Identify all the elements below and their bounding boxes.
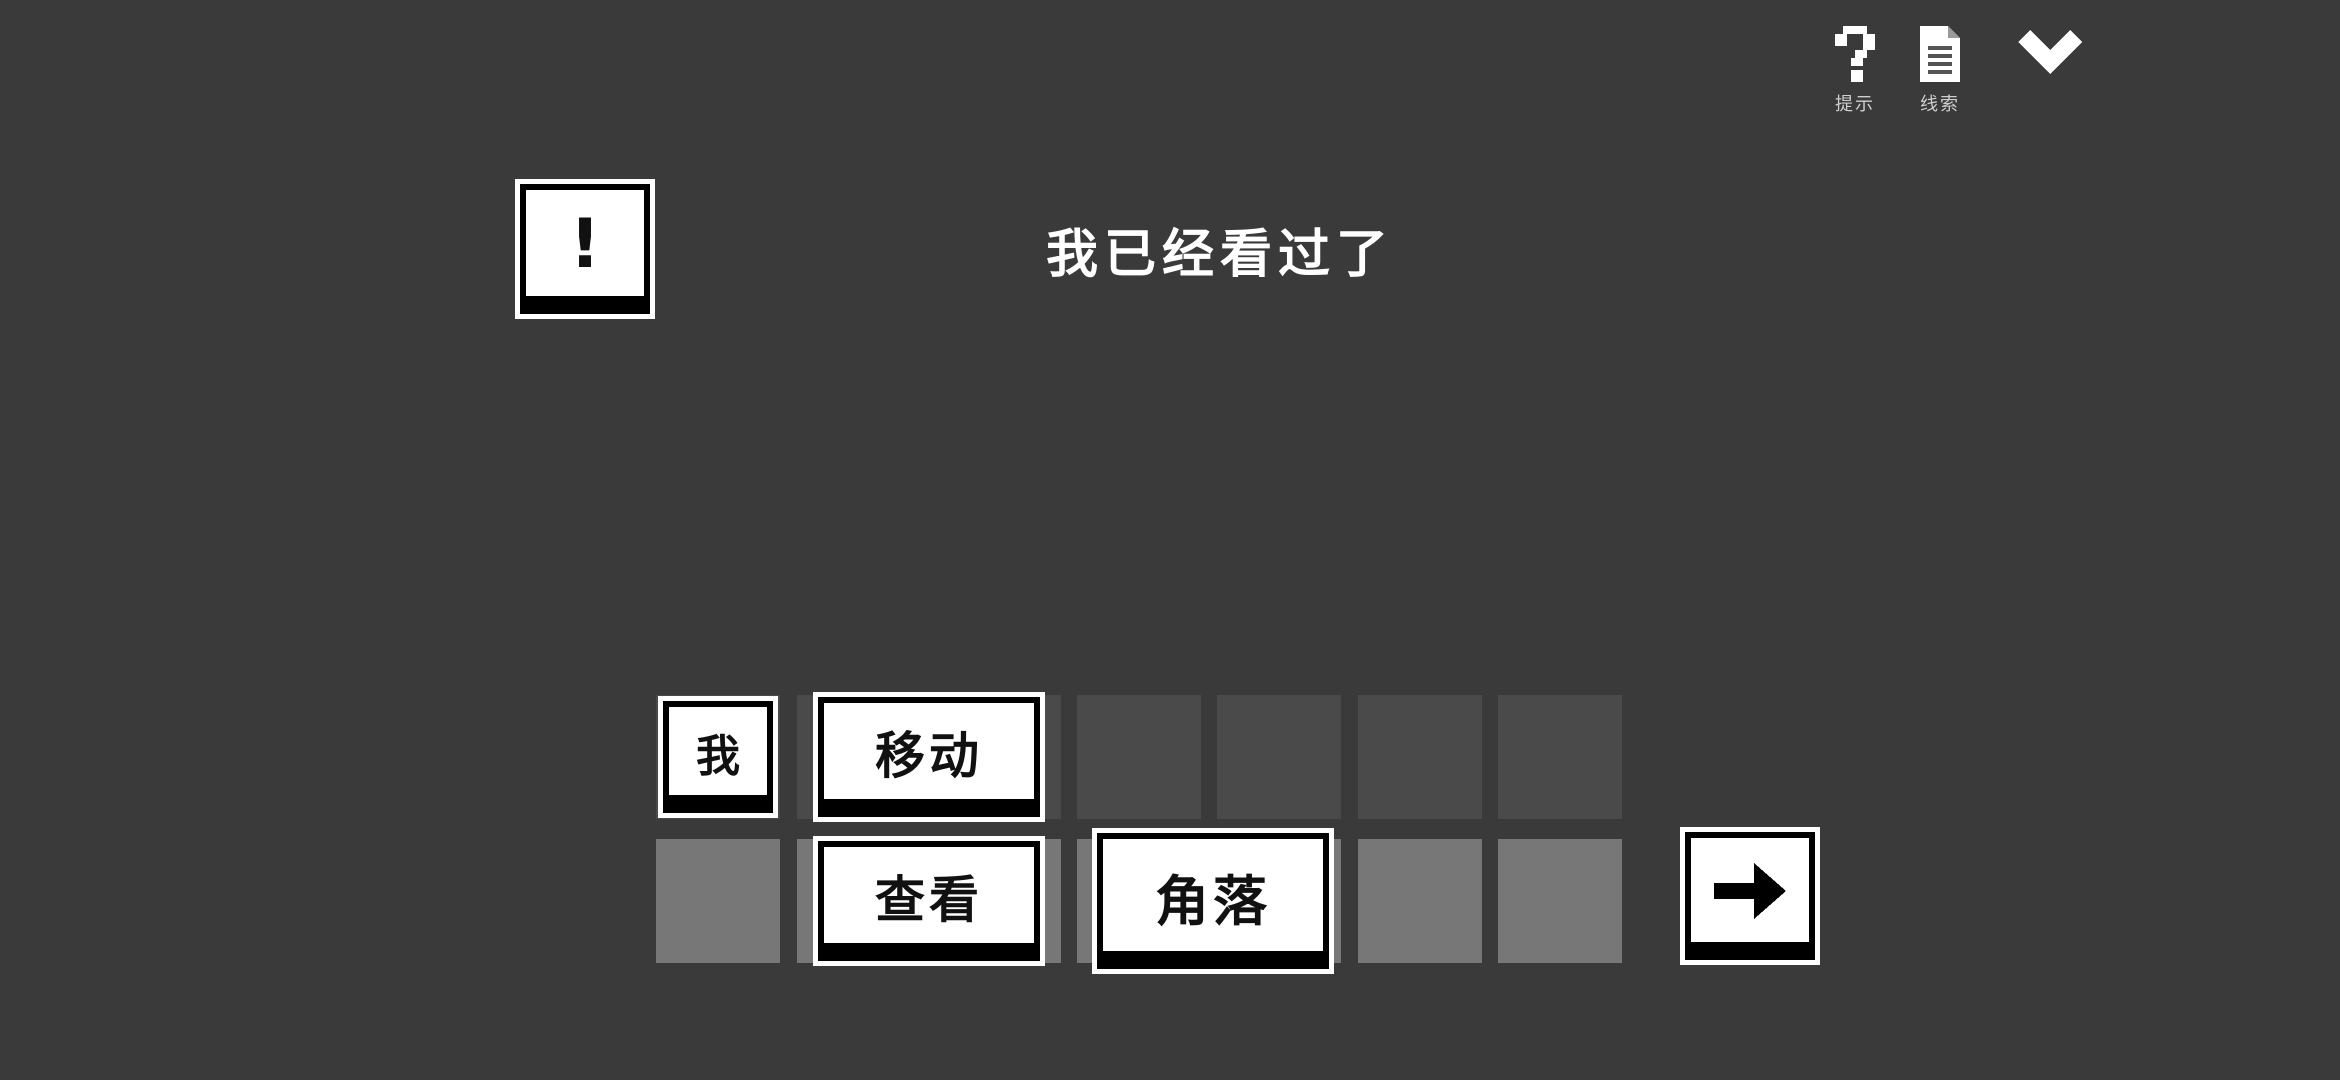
alert-icon: ! (515, 179, 655, 319)
row2-slot-7[interactable] (1498, 839, 1622, 963)
document-icon (1920, 26, 1960, 82)
submit-button[interactable] (1680, 827, 1820, 965)
word-tile-object-corner[interactable]: 角落 (1092, 828, 1334, 974)
row1-slot-4[interactable] (1077, 695, 1201, 819)
alert-symbol: ! (569, 204, 601, 284)
row1-slot-6[interactable] (1358, 695, 1482, 819)
row2-slot-6[interactable] (1358, 839, 1482, 963)
word-tile-verb-look[interactable]: 查看 (813, 836, 1045, 966)
hint-button[interactable]: 提示 (1815, 26, 1895, 116)
clues-button[interactable]: 线索 (1900, 26, 1980, 116)
word-tile-verb-move[interactable]: 移动 (813, 692, 1045, 822)
word-tile-object-corner-label: 角落 (1155, 868, 1271, 933)
chevron-down-icon (2018, 30, 2082, 74)
row1-slot-5[interactable] (1217, 695, 1341, 819)
dialog-message: 我已经看过了 (1045, 224, 1394, 285)
collapse-button[interactable] (2010, 30, 2090, 78)
hint-label: 提示 (1835, 94, 1875, 115)
word-tile-verb-move-label: 移动 (875, 726, 983, 785)
word-tile-subject[interactable]: 我 (658, 696, 778, 818)
word-tile-verb-look-label: 查看 (875, 870, 983, 929)
word-tile-subject-label: 我 (696, 731, 740, 782)
question-mark-icon (1835, 26, 1875, 82)
arrow-right-icon (1714, 863, 1786, 919)
row2-slot-1[interactable] (656, 839, 780, 963)
clues-label: 线索 (1920, 94, 1960, 115)
row1-slot-7[interactable] (1498, 695, 1622, 819)
